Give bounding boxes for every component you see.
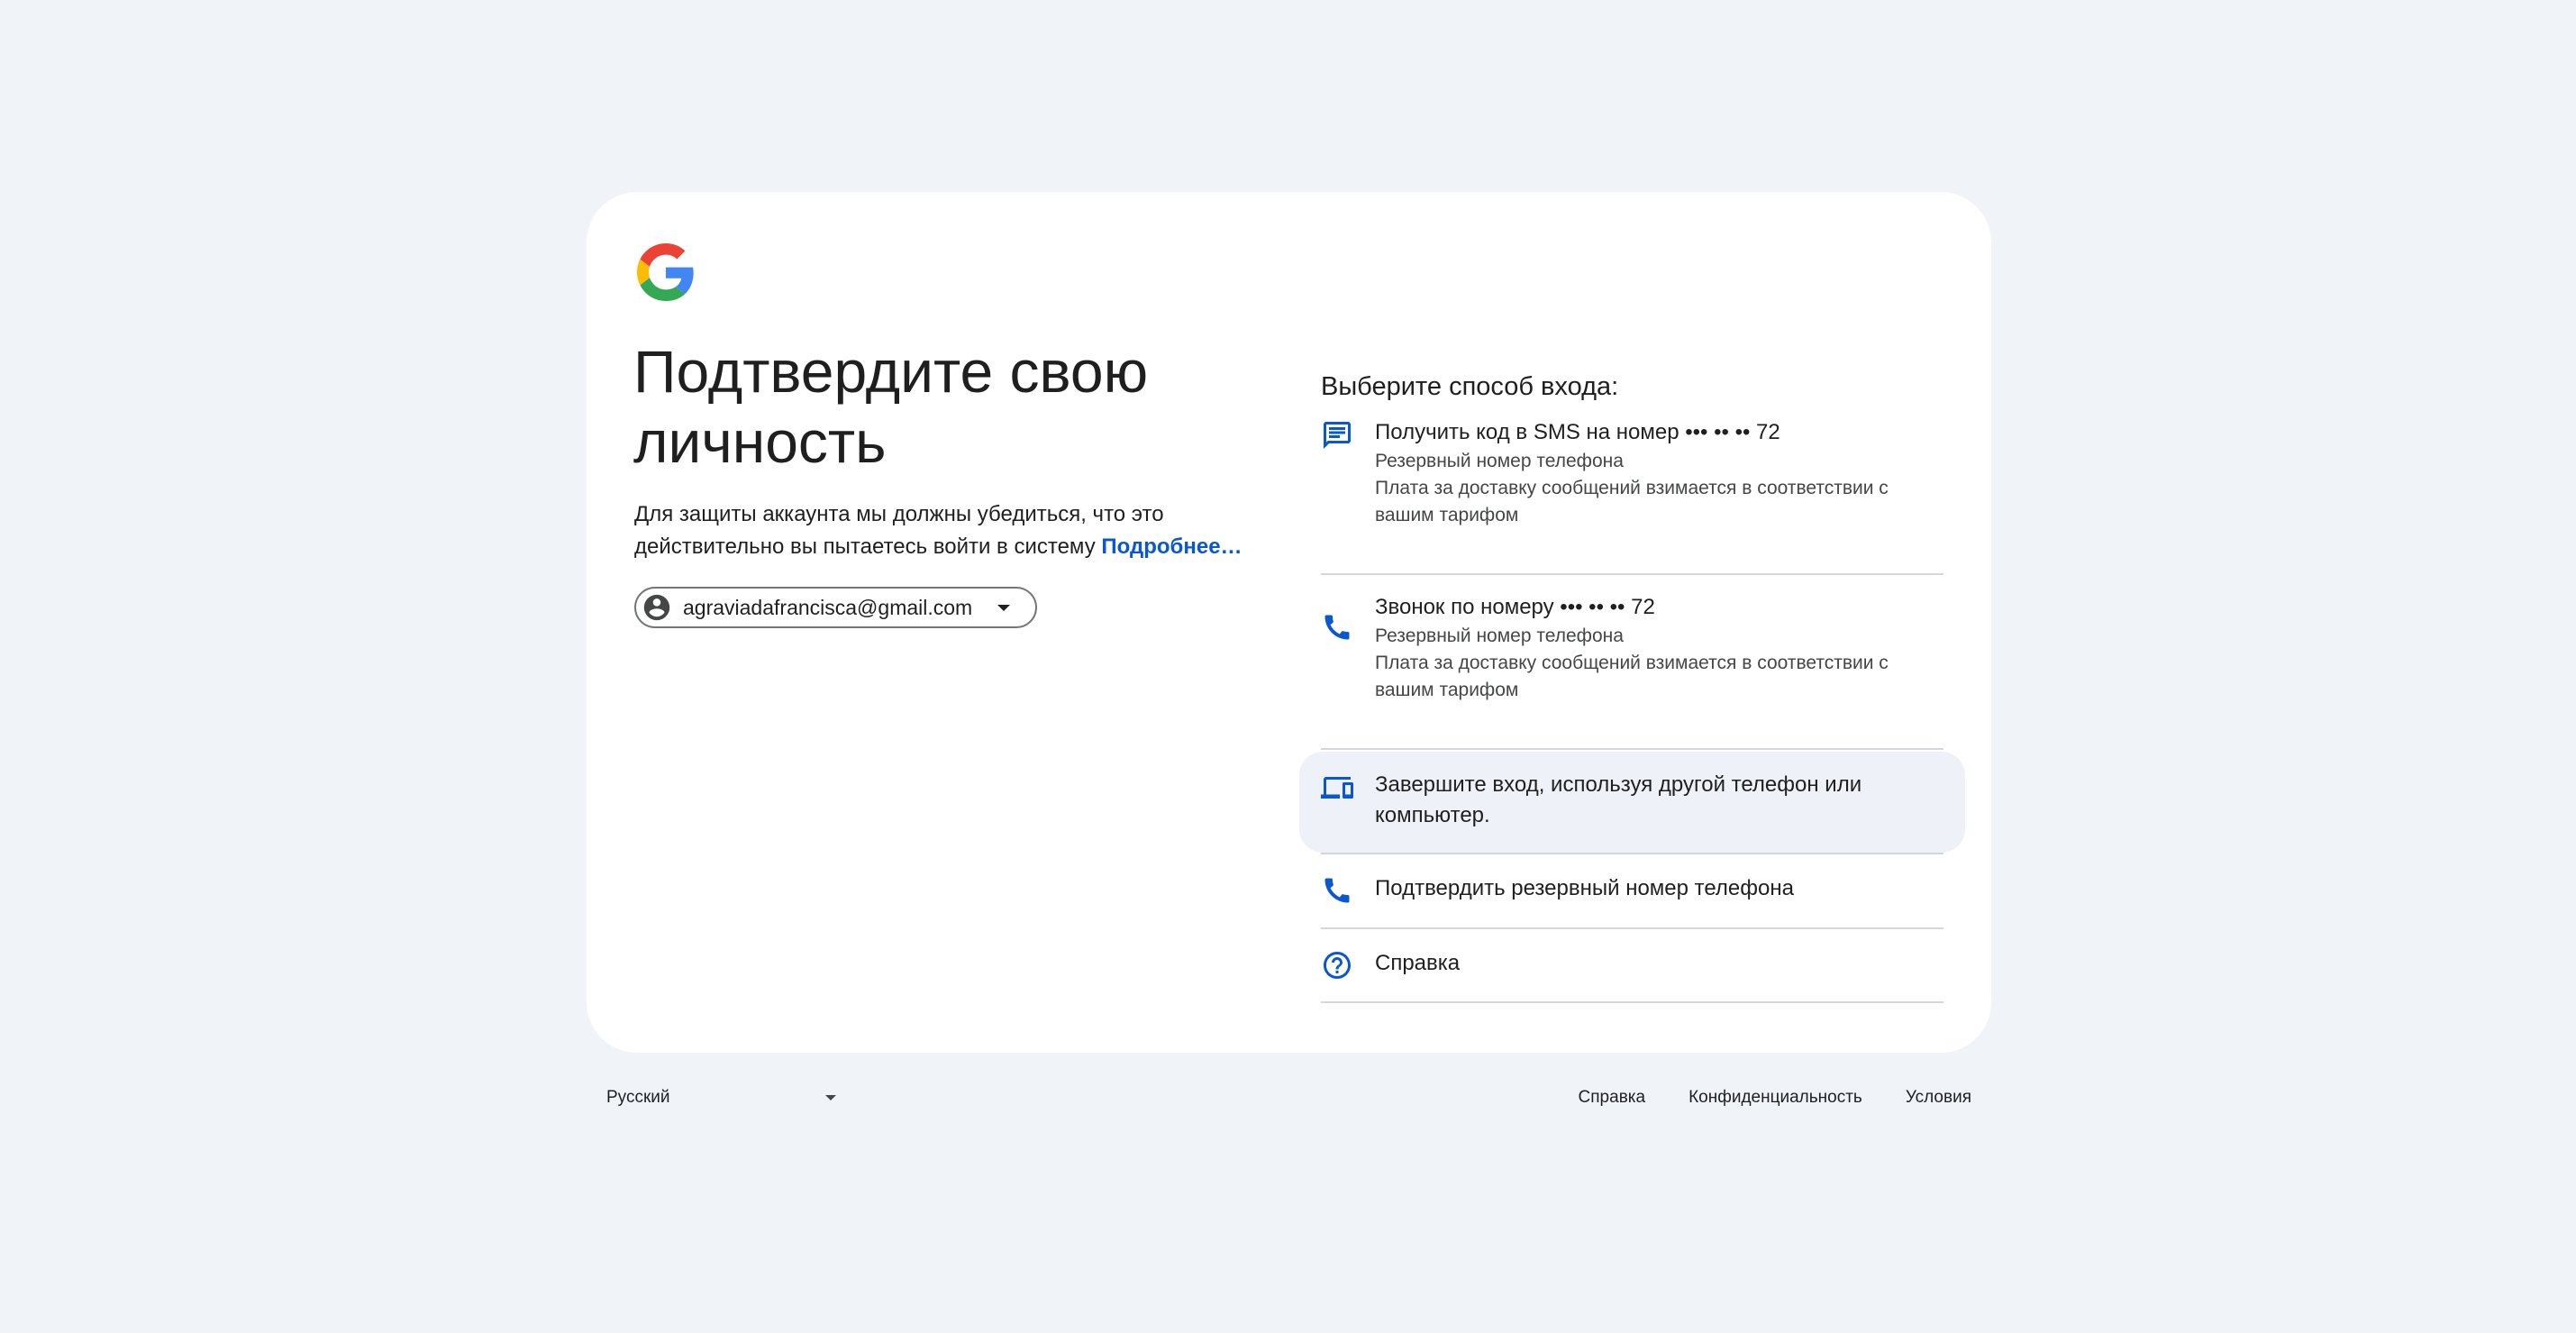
page-footer: Русский Справка Конфиденциальность Услов… bbox=[587, 1080, 1991, 1116]
description-text: Для защиты аккаунта мы должны убедиться,… bbox=[634, 502, 1164, 559]
devices-icon bbox=[1321, 771, 1353, 804]
page-title: Подтвердите свою личность bbox=[633, 338, 1149, 475]
identity-card: Подтвердите свою личность Для защиты акк… bbox=[587, 192, 1991, 1053]
account-email: agraviadafrancisca@gmail.com bbox=[683, 595, 973, 619]
footer-help-link[interactable]: Справка bbox=[1579, 1088, 1646, 1108]
footer-privacy-link[interactable]: Конфиденциальность bbox=[1689, 1088, 1862, 1108]
account-circle-icon bbox=[642, 592, 672, 623]
option-help[interactable]: Справка bbox=[1321, 929, 1943, 1003]
footer-terms-link[interactable]: Условия bbox=[1906, 1088, 1971, 1108]
account-chip[interactable]: agraviadafrancisca@gmail.com bbox=[634, 587, 1038, 628]
option-phone-call[interactable]: Звонок по номеру ••• •• •• 72 Резервный … bbox=[1321, 592, 1943, 750]
option-call-title: Звонок по номеру ••• •• •• 72 bbox=[1375, 595, 1655, 619]
phone-icon bbox=[1321, 611, 1353, 644]
option-backup-title: Подтвердить резервный номер телефона bbox=[1375, 876, 1794, 900]
option-sms-sub1: Резервный номер телефона bbox=[1375, 451, 1624, 471]
option-help-title: Справка bbox=[1375, 951, 1461, 975]
chevron-down-icon bbox=[825, 1095, 836, 1100]
option-sms-title: Получить код в SMS на номер ••• •• •• 72 bbox=[1375, 420, 1780, 444]
phone-icon bbox=[1321, 874, 1353, 907]
help-circle-icon bbox=[1321, 949, 1353, 981]
language-label: Русский bbox=[606, 1088, 670, 1107]
message-icon bbox=[1321, 419, 1353, 452]
option-confirm-backup-phone[interactable]: Подтвердить резервный номер телефона bbox=[1321, 854, 1943, 929]
option-other-device[interactable]: Завершите вход, используя другой телефон… bbox=[1299, 750, 1965, 854]
learn-more-link[interactable]: Подробнее… bbox=[1101, 534, 1242, 559]
option-sms-sub2: Плата за доставку сообщений взимается в … bbox=[1375, 478, 1889, 525]
option-device-title: Завершите вход, используя другой телефон… bbox=[1375, 772, 1862, 827]
option-call-sub2: Плата за доставку сообщений взимается в … bbox=[1375, 653, 1889, 700]
chevron-down-icon bbox=[997, 604, 1011, 611]
language-selector[interactable]: Русский bbox=[606, 1080, 836, 1116]
option-sms-code[interactable]: Получить код в SMS на номер ••• •• •• 72… bbox=[1321, 417, 1943, 575]
signin-options-list: Получить код в SMS на номер ••• •• •• 72… bbox=[1299, 417, 1965, 1003]
page-description: Для защиты аккаунта мы должны убедиться,… bbox=[634, 498, 1256, 563]
footer-links: Справка Конфиденциальность Условия bbox=[1579, 1080, 1971, 1116]
google-logo bbox=[637, 243, 695, 301]
option-call-sub1: Резервный номер телефона bbox=[1375, 625, 1624, 646]
options-heading: Выберите способ входа: bbox=[1321, 372, 1619, 401]
